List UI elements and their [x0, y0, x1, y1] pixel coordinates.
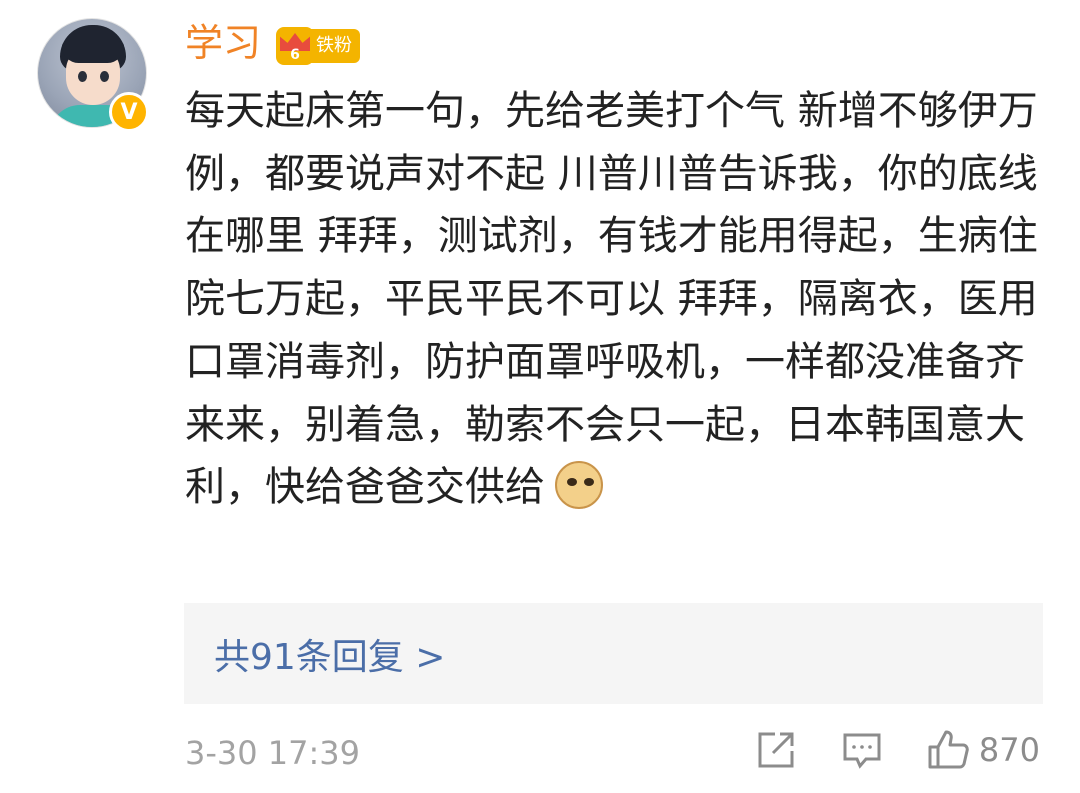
replies-link[interactable]: 共91条回复 >: [184, 603, 1043, 704]
like-icon: [928, 730, 969, 769]
crown-icon: 6: [276, 27, 314, 65]
share-icon[interactable]: [753, 727, 799, 773]
like-button[interactable]: 870: [925, 727, 1040, 773]
reply-icon[interactable]: [839, 727, 885, 773]
action-bar: 870: [753, 727, 1040, 773]
timestamp: 3-30 17:39: [185, 734, 361, 772]
doge-emoji-icon: [555, 461, 603, 510]
fan-badge-level: 6: [290, 47, 300, 63]
comment-text: 每天起床第一句，先给老美打个气 新增不够伊万例，都要说声对不起 川普川普告诉我，…: [185, 88, 1038, 511]
fan-badge-label: 铁粉: [310, 29, 360, 63]
comment-text-block: 每天起床第一句，先给老美打个气 新增不够伊万例，都要说声对不起 川普川普告诉我，…: [185, 80, 1045, 519]
fan-badge[interactable]: 6 铁粉: [276, 27, 360, 65]
username[interactable]: 学习: [185, 18, 261, 68]
verified-badge-icon: V: [109, 92, 149, 132]
comment-item: V 学习 6 铁粉 每天起床第一句，先给老美打个气 新增不够伊万例，都要说声对不…: [0, 0, 1080, 793]
avatar-fringe: [62, 41, 124, 63]
avatar-eye: [100, 71, 109, 82]
avatar-eye: [78, 71, 87, 82]
like-count: 870: [978, 731, 1040, 769]
